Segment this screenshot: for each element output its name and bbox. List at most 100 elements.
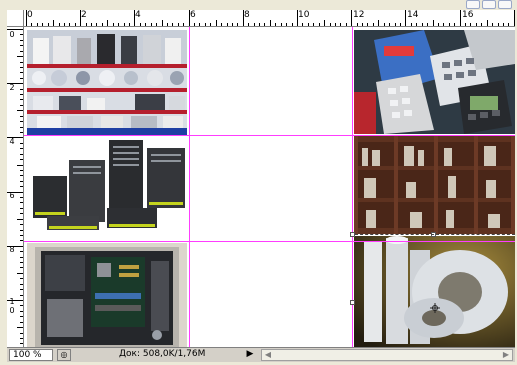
window-maximize-button[interactable] [482, 0, 496, 9]
window-close-button[interactable] [498, 0, 512, 9]
h-ruler-label: 14 [407, 10, 419, 20]
h-ruler-tick [74, 23, 76, 26]
h-ruler-label: 12 [353, 10, 365, 20]
h-ruler-tick [302, 23, 304, 26]
h-ruler-tick [172, 23, 174, 26]
v-ruler-tick [20, 207, 23, 209]
selection-edge [355, 234, 515, 236]
v-ruler-label: 4 [9, 137, 15, 146]
h-ruler-tick [351, 10, 353, 26]
vertical-ruler[interactable]: 0 2 4 6 8 1 0 [7, 27, 24, 347]
h-ruler-tick [204, 23, 206, 26]
v-ruler-tick [20, 202, 23, 204]
h-ruler-tick [145, 23, 147, 26]
h-ruler-tick [42, 23, 44, 26]
wooden-shelves-photo [354, 136, 515, 234]
h-ruler-tick [508, 23, 510, 26]
h-ruler-label: 16 [462, 10, 474, 20]
horizontal-guide[interactable] [24, 241, 515, 242]
v-ruler-tick [20, 39, 23, 41]
h-ruler-tick [443, 23, 445, 26]
vertical-guide[interactable] [352, 27, 353, 347]
v-ruler-tick [20, 213, 23, 215]
h-ruler-tick [85, 23, 87, 26]
h-ruler-tick [231, 23, 233, 26]
v-ruler-tick [20, 337, 23, 339]
v-ruler-label: 0 [9, 30, 15, 39]
triangle-right-icon[interactable]: ▶ [243, 349, 257, 361]
h-ruler-tick [475, 23, 477, 26]
v-ruler-tick [20, 332, 23, 334]
v-ruler-tick [20, 45, 23, 47]
v-ruler-tick [20, 310, 23, 312]
v-ruler-tick [20, 88, 23, 90]
v-ruler-tick [20, 66, 23, 68]
v-ruler-tick [20, 94, 23, 96]
h-ruler-tick [242, 10, 244, 26]
h-ruler-tick [248, 23, 250, 26]
v-ruler-tick [7, 137, 23, 139]
v-ruler-tick [20, 148, 23, 150]
zoom-level-field[interactable]: 100 % [9, 349, 53, 361]
v-ruler-tick [17, 56, 23, 58]
h-ruler-tick [183, 23, 185, 26]
v-ruler-tick [20, 294, 23, 296]
h-ruler-tick [259, 23, 261, 26]
h-ruler-tick [324, 20, 326, 26]
v-ruler-tick [20, 289, 23, 291]
circle-arrow-icon[interactable]: ◎ [57, 349, 71, 361]
v-ruler-tick [20, 50, 23, 52]
h-ruler-tick [31, 23, 33, 26]
h-ruler-tick [378, 20, 380, 26]
v-ruler-tick [20, 153, 23, 155]
transform-handle[interactable] [350, 300, 355, 305]
document-canvas[interactable] [24, 27, 515, 347]
v-ruler-tick [7, 300, 23, 301]
v-ruler-tick [20, 72, 23, 74]
vertical-guide[interactable] [189, 27, 190, 347]
h-ruler-tick [275, 23, 277, 26]
h-ruler-tick [36, 23, 38, 26]
h-ruler-tick [69, 23, 71, 26]
document-size-info: Док: 508,0K/1,76M [119, 349, 206, 359]
h-ruler-label: 4 [135, 10, 141, 20]
scroll-right-icon[interactable]: ▶ [500, 350, 512, 360]
crosshair-icon [430, 298, 440, 313]
h-ruler-tick [394, 23, 396, 26]
v-ruler-tick [17, 272, 23, 274]
h-ruler-tick [297, 10, 298, 26]
v-ruler-label: 2 [9, 83, 15, 92]
h-ruler-tick [421, 23, 423, 26]
h-ruler-tick [150, 23, 152, 26]
v-ruler-tick [20, 234, 23, 236]
v-ruler-tick [7, 83, 23, 85]
ruler-origin-corner[interactable] [7, 10, 24, 27]
horizontal-ruler[interactable]: 0 2 4 6 8 10 12 14 16 [24, 10, 515, 27]
horizontal-scrollbar[interactable]: ◀ ▶ [261, 349, 513, 361]
h-ruler-tick [345, 23, 347, 26]
h-ruler-tick [318, 23, 320, 26]
h-ruler-tick [123, 23, 125, 26]
h-ruler-tick [492, 23, 494, 26]
scroll-left-icon[interactable]: ◀ [262, 350, 274, 360]
h-ruler-tick [486, 20, 488, 26]
h-ruler-tick [26, 10, 27, 26]
v-ruler-tick [20, 186, 23, 188]
white-tubes-photo [354, 236, 515, 347]
h-ruler-tick [432, 20, 434, 26]
v-ruler-tick [20, 240, 23, 242]
v-ruler-tick [20, 316, 23, 318]
h-ruler-tick [128, 23, 130, 26]
h-ruler-tick [448, 23, 450, 26]
h-ruler-tick [139, 23, 141, 26]
v-ruler-tick [20, 283, 23, 285]
h-ruler-tick [80, 10, 82, 26]
horizontal-guide[interactable] [24, 135, 515, 136]
h-ruler-tick [459, 10, 461, 26]
h-ruler-tick [107, 20, 109, 26]
v-ruler-tick [20, 180, 23, 182]
h-ruler-tick [47, 23, 49, 26]
h-ruler-tick [188, 10, 190, 26]
window-minimize-button[interactable] [466, 0, 480, 9]
v-ruler-label: 8 [9, 245, 15, 254]
